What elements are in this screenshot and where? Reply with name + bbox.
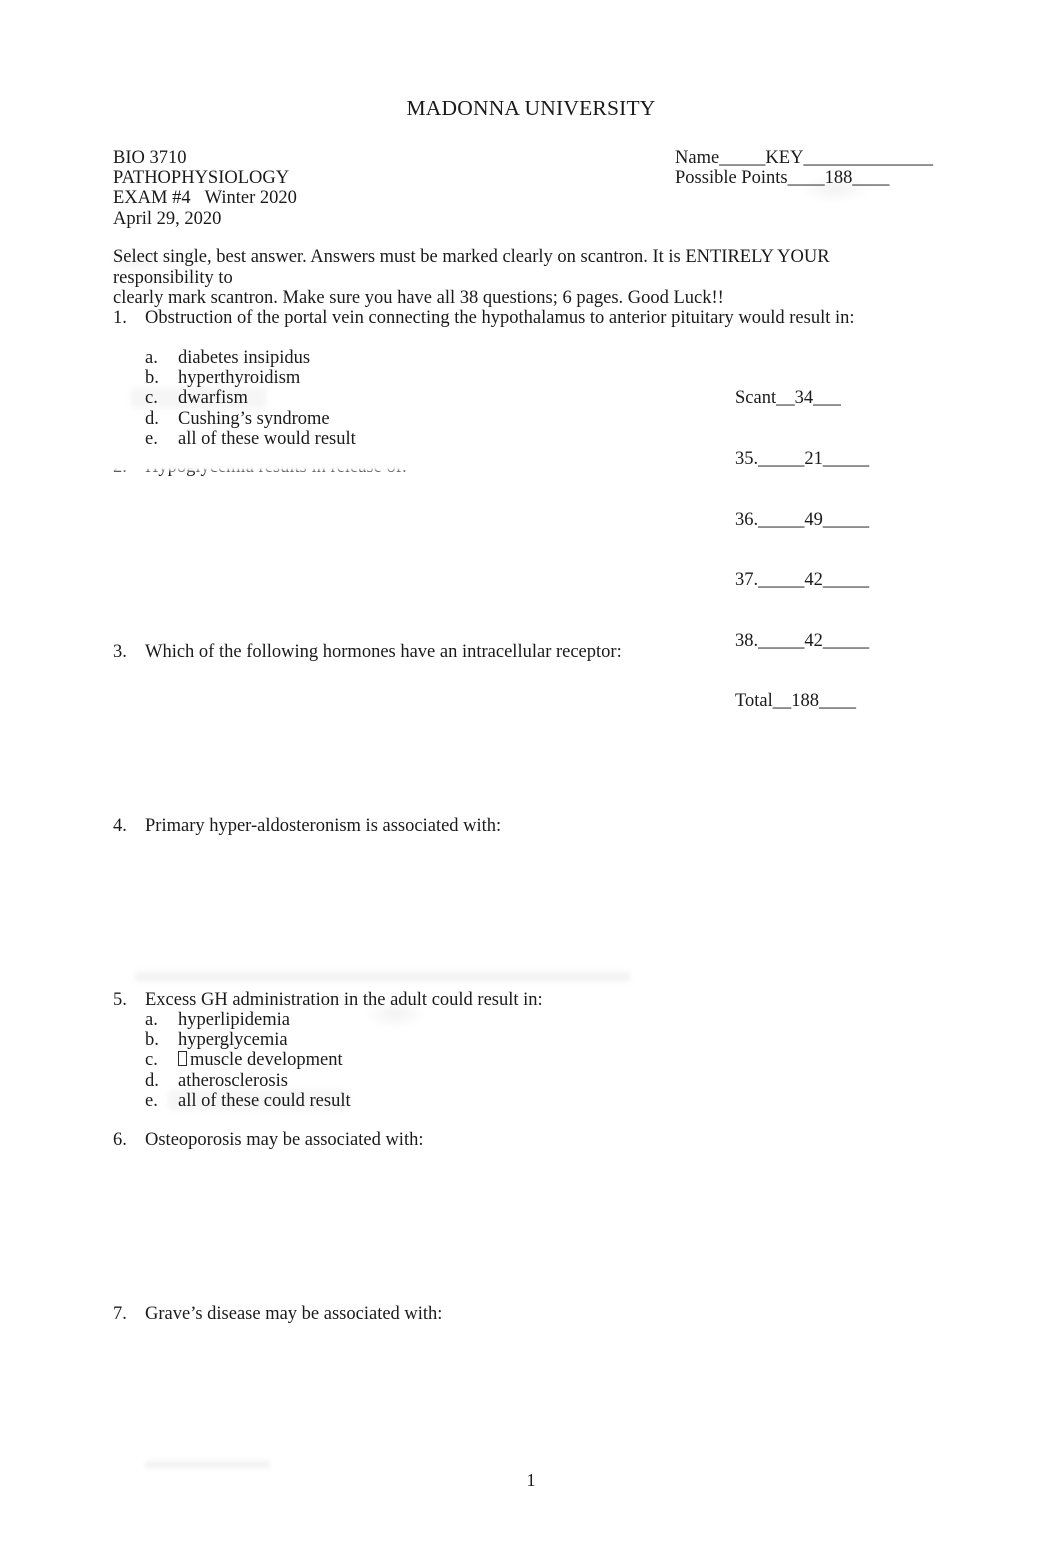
exam-date: April 29, 2020 — [113, 208, 222, 229]
option-letter: c. — [145, 388, 158, 409]
option-text: muscle development — [190, 1050, 343, 1071]
option-text: all of these could result — [178, 1090, 351, 1111]
option-text: Cushing’s syndrome — [178, 408, 330, 429]
exam-term-line: EXAM #4 Winter 2020 — [113, 188, 297, 208]
question-4: 4. Primary hyper-aldosteronism is associ… — [113, 816, 501, 837]
option-letter: d. — [145, 408, 159, 429]
question-1: 1. Obstruction of the portal vein connec… — [113, 308, 855, 329]
instructions-line-2: clearly mark scantron. Make sure you hav… — [113, 288, 724, 308]
question-7-number: 7. — [113, 1304, 127, 1324]
option-text: atherosclerosis — [178, 1070, 288, 1091]
score-tally-column: Scant__34___ 35._____21_____ 36._____49_… — [735, 348, 869, 752]
exam-page: MADONNA UNIVERSITY BIO 3710 PATHOPHYSIOL… — [0, 0, 1062, 1561]
question-3-text: Which of the following hormones have an … — [145, 642, 622, 662]
exam-label: EXAM #4 — [113, 188, 191, 209]
possible-points-line: Possible Points____188____ — [675, 168, 890, 189]
option-text: hyperglycemia — [178, 1030, 288, 1051]
option-letter: e. — [145, 428, 158, 449]
question-3: 3. Which of the following hormones have … — [113, 642, 622, 663]
name-field-line: Name_____KEY______________ — [675, 148, 933, 168]
page-title: MADONNA UNIVERSITY — [406, 96, 656, 120]
option-text: diabetes insipidus — [178, 348, 311, 368]
option-text: hyperlipidemia — [178, 1010, 290, 1030]
header-course-info: BIO 3710 PATHOPHYSIOLOGY EXAM #4 Winter 2… — [113, 148, 297, 229]
score-row-37: 37._____42_____ — [735, 570, 870, 591]
option-text: hyperthyroidism — [178, 368, 301, 389]
option-text: all of these would result — [178, 428, 356, 449]
option-letter: a. — [145, 348, 158, 368]
course-code: BIO 3710 — [113, 148, 187, 168]
option-letter: a. — [145, 1010, 158, 1030]
option-item[interactable]: c. dwarfism — [145, 388, 356, 408]
score-row-35: 35._____21_____ — [735, 449, 870, 470]
exam-term: Winter 2020 — [204, 188, 297, 209]
score-row-36: 36._____49_____ — [735, 509, 870, 530]
question-5-number: 5. — [113, 990, 127, 1010]
option-item[interactable]: a. hyperlipidemia — [145, 1010, 351, 1030]
option-item[interactable]: c. muscle development — [145, 1050, 351, 1070]
question-2-fade-overlay — [105, 462, 645, 473]
question-7: 7. Grave’s disease may be associated wit… — [113, 1304, 442, 1325]
question-5-text: Excess GH administration in the adult co… — [145, 990, 543, 1010]
option-item[interactable]: b. hyperthyroidism — [145, 368, 356, 388]
question-5-options: a. hyperlipidemia b. hyperglycemia c. muscl… — [145, 1010, 351, 1111]
option-letter: d. — [145, 1070, 159, 1091]
score-row-38: 38._____42_____ — [735, 630, 870, 651]
missing-glyph-box-icon — [178, 1051, 187, 1067]
question-1-options: a. diabetes insipidus b. hyperthyroidism c… — [145, 348, 356, 449]
scan-smudge-bottom-left — [145, 1458, 270, 1470]
course-name: PATHOPHYSIOLOGY — [113, 168, 290, 189]
option-item[interactable]: d. atherosclerosis — [145, 1071, 351, 1091]
option-item[interactable]: e. all of these would result — [145, 429, 356, 449]
header-name-points: Name_____KEY______________ Possible Poin… — [675, 148, 933, 188]
instructions-paragraph: Select single, best answer. Answers must… — [113, 247, 913, 309]
question-1-text: Obstruction of the portal vein connectin… — [145, 308, 855, 328]
score-row-total: Total__188____ — [735, 691, 856, 712]
question-7-text: Grave’s disease may be associated with: — [145, 1304, 443, 1324]
option-letter: b. — [145, 368, 159, 389]
question-4-number: 4. — [113, 816, 127, 836]
option-item[interactable]: b. hyperglycemia — [145, 1030, 351, 1050]
option-text: dwarfism — [178, 388, 248, 409]
question-6-number: 6. — [113, 1130, 127, 1150]
question-6: 6. Osteoporosis may be associated with: — [113, 1130, 423, 1151]
question-3-number: 3. — [113, 642, 127, 662]
option-item[interactable]: e. all of these could result — [145, 1091, 351, 1111]
question-5: 5. Excess GH administration in the adult… — [113, 990, 543, 1011]
page-number: 1 — [526, 1470, 536, 1490]
instructions-line-1: Select single, best answer. Answers must… — [113, 247, 830, 288]
option-letter: b. — [145, 1030, 159, 1051]
score-row-scantron: Scant__34___ — [735, 388, 841, 409]
question-6-text: Osteoporosis may be associated with: — [145, 1130, 424, 1150]
option-item[interactable]: a. diabetes insipidus — [145, 348, 356, 368]
option-item[interactable]: d. Cushing’s syndrome — [145, 409, 356, 429]
question-4-text: Primary hyper-aldosteronism is associate… — [145, 816, 502, 836]
question-1-number: 1. — [113, 308, 127, 328]
option-letter: e. — [145, 1090, 158, 1111]
scan-smudge-band-above-q5 — [135, 968, 630, 984]
option-letter: c. — [145, 1050, 158, 1071]
